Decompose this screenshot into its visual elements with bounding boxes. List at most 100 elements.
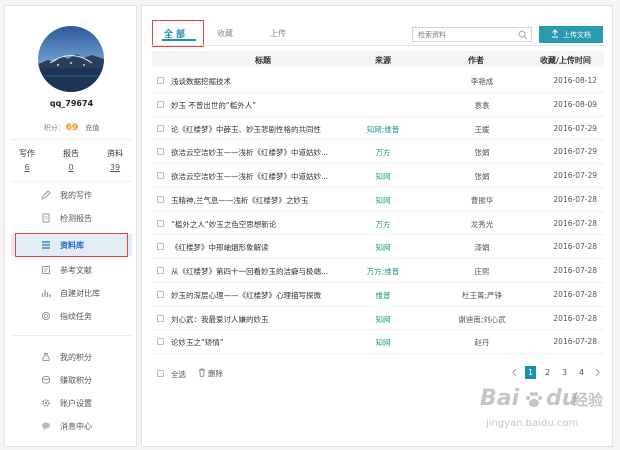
- sidebar-item-account-settings[interactable]: 账户设置: [11, 392, 132, 414]
- sidebar-item-custom-db[interactable]: 自建对比库: [11, 282, 132, 304]
- page-2[interactable]: 2: [542, 366, 553, 379]
- recharge-link[interactable]: 充值: [85, 124, 99, 132]
- watermark-brand: Bai: [480, 386, 520, 411]
- table-row[interactable]: 妙玉的深层心理——《红楼梦》心理描写探微 维普 杜王菁;严铮 2016-07-28: [152, 283, 604, 307]
- row-title[interactable]: 浅谈数据挖掘技术: [171, 76, 359, 87]
- stat-value[interactable]: 6: [24, 163, 29, 172]
- row-title[interactable]: 论《红楼梦》中薛玉、妙玉悲剧性格的共同性: [171, 124, 359, 135]
- row-checkbox[interactable]: [157, 100, 164, 108]
- watermark-cn: 经验: [573, 391, 604, 409]
- table-row[interactable]: 欲洁云空洁妙玉——浅析《红楼梦》中道姑妙... 万方 张娟 2016-07-29: [152, 140, 604, 164]
- avatar[interactable]: [38, 26, 104, 92]
- select-all-checkbox[interactable]: [157, 370, 164, 377]
- page-1[interactable]: 1: [525, 366, 536, 379]
- row-title[interactable]: 论妙玉之“矫情”: [171, 337, 359, 348]
- row-title[interactable]: 刘心武：我最爱讨人嫌的妙玉: [171, 314, 359, 325]
- row-date: 2016-07-28: [553, 242, 597, 252]
- paw-icon: [524, 390, 544, 412]
- row-checkbox[interactable]: [157, 77, 164, 84]
- sidebar-item-label: 自建对比库: [60, 288, 100, 298]
- stat-value[interactable]: 39: [110, 163, 120, 172]
- row-date: 2016-07-28: [553, 218, 597, 228]
- upload-document-button[interactable]: 上传文档: [539, 26, 603, 43]
- row-checkbox[interactable]: [157, 338, 164, 346]
- sidebar-item-label: 消息中心: [60, 421, 92, 431]
- sidebar-item-my-points[interactable]: 我的积分: [11, 346, 132, 368]
- sidebar-item-references[interactable]: 参考文献: [11, 259, 132, 281]
- row-title[interactable]: 从《红楼梦》第四十一回看妙玉的洁癖与极端...: [171, 266, 359, 277]
- row-date: 2016-07-28: [553, 337, 597, 347]
- tab-uploads[interactable]: 上传: [270, 28, 286, 39]
- column-header-title[interactable]: 标题: [255, 55, 271, 66]
- sidebar-item-messages[interactable]: 消息中心: [11, 415, 132, 437]
- table-row[interactable]: 论妙玉之“矫情” 知网 赵丹 2016-07-28: [152, 330, 604, 354]
- table-row[interactable]: 论《红楼梦》中薛玉、妙玉悲剧性格的共同性 知网;维普 王媛 2016-07-29: [152, 117, 604, 141]
- prev-page-button[interactable]: [509, 366, 519, 379]
- bar-chart-icon: [40, 287, 52, 299]
- row-author: 龙秀光: [470, 219, 494, 229]
- row-title[interactable]: 妙玉的深层心理——《红楼梦》心理描写探微: [171, 290, 359, 301]
- row-checkbox[interactable]: [157, 124, 164, 132]
- table-row[interactable]: “槛外之人”妙玉之色空思想新论 万方 龙秀光 2016-07-28: [152, 212, 604, 236]
- row-author: 袁袁: [474, 100, 490, 110]
- column-header-author[interactable]: 作者: [468, 55, 484, 66]
- stat-label: 报告: [63, 149, 79, 158]
- table-row[interactable]: 欲洁云空洁妙玉——浅析《红楼梦》中道姑妙... 知网 张娟 2016-07-29: [152, 164, 604, 188]
- row-source: 知网: [375, 338, 391, 348]
- row-title[interactable]: 欲洁云空洁妙玉——浅析《红楼梦》中道姑妙...: [171, 147, 359, 158]
- tab-favorites[interactable]: 收藏: [217, 28, 233, 39]
- search-icon[interactable]: [518, 30, 528, 42]
- search-input[interactable]: [413, 28, 513, 41]
- table-row[interactable]: 刘心武：我最爱讨人嫌的妙玉 知网 谢迪南;刘心武 2016-07-28: [152, 307, 604, 331]
- row-date: 2016-08-09: [553, 99, 597, 109]
- next-page-button[interactable]: [593, 366, 603, 379]
- row-title[interactable]: 欲洁云空洁妙玉——浅析《红楼梦》中道姑妙...: [171, 171, 359, 182]
- delete-button[interactable]: 删除: [198, 368, 223, 379]
- row-title[interactable]: 妙玉 不曾出世的“槛外人”: [171, 100, 359, 111]
- row-checkbox[interactable]: [157, 290, 164, 298]
- row-checkbox[interactable]: [157, 172, 164, 179]
- sidebar-item-label: 账户设置: [60, 398, 92, 408]
- sidebar-item-reports[interactable]: 检测报告: [11, 207, 132, 229]
- table-row[interactable]: 玉精神,兰气息——浅析《红楼梦》之妙玉 知网 曹振华 2016-07-28: [152, 188, 604, 212]
- row-checkbox[interactable]: [157, 314, 164, 322]
- trash-icon: [198, 368, 206, 379]
- stat-reports[interactable]: 报告 0: [51, 148, 91, 172]
- row-title[interactable]: 《红楼梦》中邢岫烟形象解读: [171, 242, 359, 253]
- select-all-label[interactable]: 全选: [171, 369, 186, 380]
- row-checkbox[interactable]: [157, 195, 164, 203]
- sidebar-item-my-writing[interactable]: 我的写作: [11, 184, 132, 206]
- sidebar-item-label: 我的积分: [60, 352, 92, 362]
- row-title[interactable]: 玉精神,兰气息——浅析《红楼梦》之妙玉: [171, 195, 359, 206]
- table-row[interactable]: 《红楼梦》中邢岫烟形象解读 知网 漆娟 2016-07-28: [152, 235, 604, 259]
- main-panel: 全部 收藏 上传 上传文档 标题 来源 作者 收藏/上传时间 浅谈数据挖掘技术李…: [141, 5, 613, 447]
- row-author: 张娟: [474, 172, 490, 181]
- row-checkbox[interactable]: [157, 243, 164, 251]
- row-author: 漆娟: [474, 243, 490, 253]
- points-label: 积分：: [43, 124, 65, 132]
- stat-label: 写作: [19, 149, 35, 158]
- stat-writing[interactable]: 写作 6: [7, 148, 47, 172]
- stat-value[interactable]: 0: [68, 163, 73, 172]
- page-4[interactable]: 4: [576, 366, 587, 379]
- row-date: 2016-07-29: [553, 147, 597, 157]
- divider: [11, 181, 132, 182]
- column-header-source[interactable]: 来源: [375, 55, 391, 66]
- stat-label: 资料: [107, 149, 123, 158]
- sidebar-item-fingerprint[interactable]: 指纹任务: [11, 305, 132, 327]
- row-title[interactable]: “槛外之人”妙玉之色空思想新论: [171, 219, 359, 230]
- row-checkbox[interactable]: [157, 267, 164, 274]
- table-row[interactable]: 从《红楼梦》第四十一回看妙玉的洁癖与极端... 万方;维普 庄熙 2016-07-28: [152, 259, 604, 283]
- stat-materials[interactable]: 资料 39: [95, 148, 135, 172]
- row-date: 2016-07-28: [553, 194, 597, 204]
- tab-divider: [152, 45, 604, 46]
- table-row[interactable]: 浅谈数据挖掘技术 李艳成 2016-08-12: [152, 69, 604, 93]
- row-author: 赵丹: [474, 338, 490, 348]
- row-checkbox[interactable]: [157, 148, 164, 156]
- column-header-date[interactable]: 收藏/上传时间: [540, 55, 591, 66]
- row-source: 万方;维普: [366, 267, 400, 276]
- sidebar-item-earn-points[interactable]: 赚取积分: [11, 369, 132, 391]
- row-checkbox[interactable]: [157, 219, 164, 227]
- table-row[interactable]: 妙玉 不曾出世的“槛外人” 袁袁 2016-08-09: [152, 93, 604, 117]
- page-3[interactable]: 3: [559, 366, 570, 379]
